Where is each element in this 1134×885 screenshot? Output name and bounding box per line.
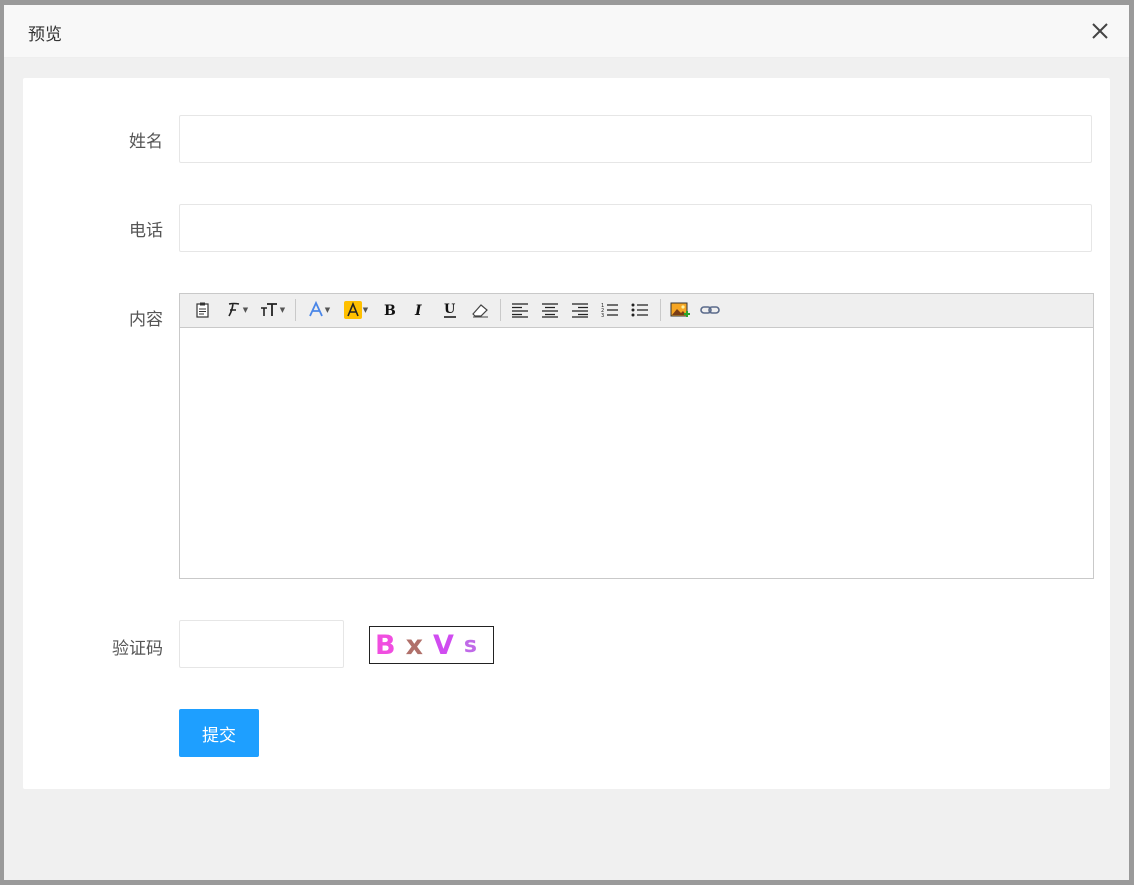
ordered-list-icon[interactable]: 1 2 3 [599, 299, 621, 321]
rich-text-editor: ▼ ▼ ▼ ▼ B I U 1 2 3 [179, 293, 1094, 579]
align-center-icon[interactable] [539, 299, 561, 321]
align-left-icon[interactable] [509, 299, 531, 321]
paste-icon[interactable] [192, 299, 214, 321]
highlight-color-icon[interactable]: ▼ [341, 299, 371, 321]
phone-label: 电话 [129, 221, 163, 241]
name-input[interactable] [179, 115, 1092, 163]
svg-text:I: I [414, 303, 422, 318]
captcha-input[interactable] [179, 620, 344, 668]
align-right-icon[interactable] [569, 299, 591, 321]
preview-dialog: 预览 姓名 电话 内容 ▼ ▼ ▼ ▼ B I U 1 2 3 验证码 B x … [4, 5, 1129, 880]
form-card: 姓名 电话 内容 ▼ ▼ ▼ ▼ B I U 1 2 3 验证码 B x V s… [23, 78, 1110, 789]
svg-text:B: B [384, 303, 396, 318]
unordered-list-icon[interactable] [629, 299, 651, 321]
italic-icon[interactable]: I [410, 299, 430, 321]
font-color-icon[interactable]: ▼ [306, 299, 332, 321]
submit-button[interactable]: 提交 [179, 709, 259, 757]
eraser-icon[interactable] [469, 299, 491, 321]
toolbar-separator [295, 299, 296, 321]
editor-toolbar: ▼ ▼ ▼ ▼ B I U 1 2 3 [180, 294, 1093, 328]
svg-text:3: 3 [601, 313, 604, 319]
content-label: 内容 [129, 310, 163, 330]
captcha-char: B [375, 629, 396, 661]
captcha-image[interactable]: B x V s [369, 626, 494, 664]
captcha-char: V [433, 629, 454, 661]
link-icon[interactable] [699, 299, 721, 321]
toolbar-separator [660, 299, 661, 321]
phone-input[interactable] [179, 204, 1092, 252]
font-family-icon[interactable]: ▼ [222, 299, 250, 321]
captcha-char: s [463, 632, 478, 658]
captcha-label: 验证码 [112, 639, 163, 659]
font-size-icon[interactable]: ▼ [256, 299, 288, 321]
captcha-char: x [405, 629, 424, 661]
close-icon[interactable] [1091, 22, 1109, 40]
svg-text:U: U [444, 302, 456, 317]
underline-icon[interactable]: U [440, 299, 460, 321]
toolbar-separator [500, 299, 501, 321]
dialog-title: 预览 [28, 25, 62, 45]
dialog-header: 预览 [4, 5, 1129, 58]
image-icon[interactable] [669, 299, 691, 321]
bold-icon[interactable]: B [380, 299, 400, 321]
editor-content-area[interactable] [180, 328, 1093, 578]
name-label: 姓名 [129, 132, 163, 152]
